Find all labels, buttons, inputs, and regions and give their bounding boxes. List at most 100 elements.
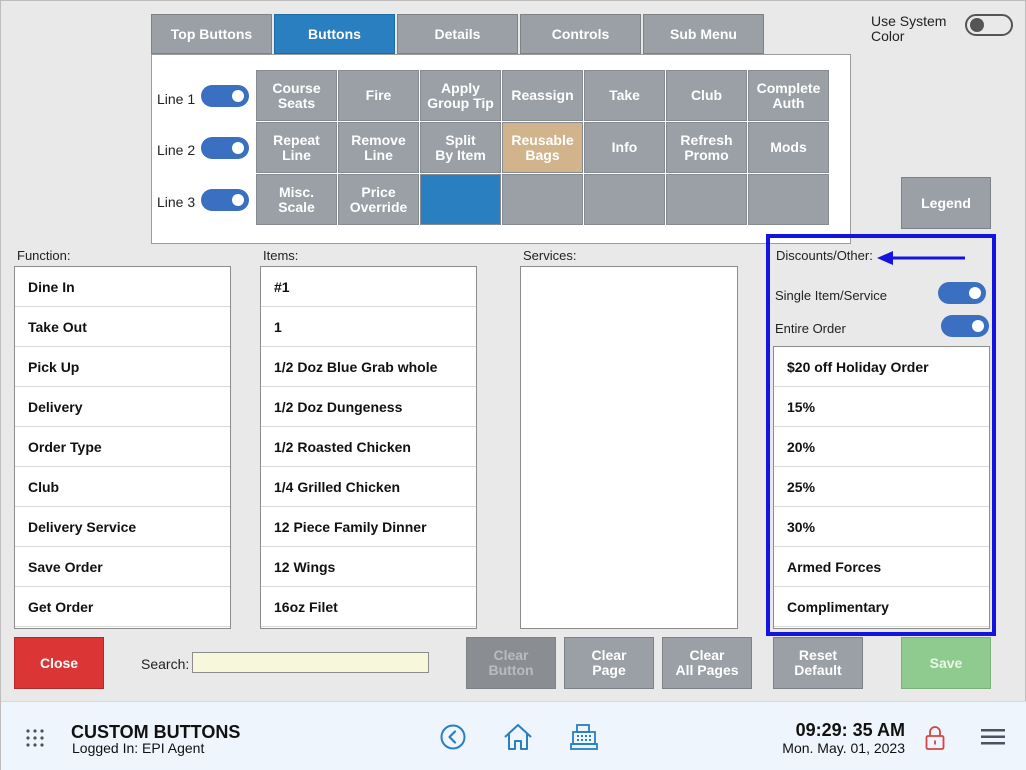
close-button[interactable]: Close — [14, 637, 104, 689]
grid-button-label-line2: Line — [282, 146, 311, 163]
function-list-item[interactable]: Order Type — [15, 427, 230, 467]
grid-button-label-line2: Line — [364, 146, 393, 163]
function-list-item[interactable]: Get Order — [15, 587, 230, 627]
home-icon[interactable] — [503, 722, 533, 752]
discounts-list-item[interactable]: 30% — [774, 507, 989, 547]
grid-button-info[interactable]: Info — [584, 122, 665, 173]
items-list-item[interactable]: 1 — [261, 307, 476, 347]
items-list-item[interactable]: #1 — [261, 267, 476, 307]
grid-button-empty-r3c3[interactable] — [420, 174, 501, 225]
grid-button-empty-r3c6[interactable] — [666, 174, 747, 225]
arrow-left-icon — [877, 251, 965, 265]
function-list-item[interactable]: Dine In — [15, 267, 230, 307]
grid-button-label-line1: Mods — [770, 139, 807, 155]
tab-controls[interactable]: Controls — [520, 14, 641, 54]
line-3-label: Line 3 — [157, 194, 196, 210]
grid-button-label-line1: Misc. — [278, 183, 314, 200]
apps-grid-icon[interactable] — [25, 728, 45, 748]
use-system-color-label-line1: Use System — [871, 13, 947, 29]
function-list-item[interactable]: Take Out — [15, 307, 230, 347]
tab-top-buttons[interactable]: Top Buttons — [151, 14, 272, 54]
grid-button-empty-r3c4[interactable] — [502, 174, 583, 225]
items-header: Items: — [263, 248, 299, 263]
logged-in-text: Logged In: EPI Agent — [72, 740, 205, 756]
hamburger-menu-icon[interactable] — [981, 728, 1005, 746]
items-list-item[interactable]: 12 Wings — [261, 547, 476, 587]
lock-icon[interactable] — [925, 725, 945, 751]
discounts-list-item[interactable]: Complimentary — [774, 587, 989, 627]
grid-button-price-override[interactable]: Price Override — [338, 174, 419, 225]
grid-button-fire[interactable]: Fire — [338, 70, 419, 121]
clock-date: Mon. May. 01, 2023 — [782, 740, 905, 756]
grid-button-refresh-promo[interactable]: Refresh Promo — [666, 122, 747, 173]
search-input[interactable] — [192, 652, 429, 673]
legend-button[interactable]: Legend — [901, 177, 991, 229]
grid-button-repeat-line[interactable]: Repeat Line — [256, 122, 337, 173]
line-1-label: Line 1 — [157, 91, 196, 107]
function-list-item[interactable]: Save Order — [15, 547, 230, 587]
footer-bar: CUSTOM BUTTONS Logged In: EPI Agent 09:2… — [1, 701, 1026, 770]
items-list-item[interactable]: 1/2 Roasted Chicken — [261, 427, 476, 467]
services-header: Services: — [523, 248, 577, 263]
save-button[interactable]: Save — [901, 637, 991, 689]
function-list-item[interactable]: Pick Up — [15, 347, 230, 387]
grid-button-reusable-bags[interactable]: Reusable Bags — [502, 122, 583, 173]
items-list-item[interactable]: 1/2 Doz Blue Grab whole — [261, 347, 476, 387]
tab-buttons[interactable]: Buttons — [274, 14, 395, 54]
function-list-item[interactable]: Club — [15, 467, 230, 507]
discounts-list-item[interactable]: 20% — [774, 427, 989, 467]
tab-details[interactable]: Details — [397, 14, 518, 54]
services-list — [520, 266, 738, 629]
function-list: Dine In Take Out Pick Up Delivery Order Type… — [14, 266, 231, 629]
grid-button-course-seats[interactable]: Course Seats — [256, 70, 337, 121]
grid-button-label-line1: Course — [272, 79, 321, 96]
entire-order-toggle[interactable] — [941, 315, 989, 337]
line-1-toggle[interactable] — [201, 85, 249, 107]
grid-button-empty-r3c7[interactable] — [748, 174, 829, 225]
grid-button-mods[interactable]: Mods — [748, 122, 829, 173]
discounts-list-item[interactable]: 25% — [774, 467, 989, 507]
discounts-list-item[interactable]: Armed Forces — [774, 547, 989, 587]
grid-button-label-line1: Split — [445, 131, 476, 148]
grid-button-complete-auth[interactable]: Complete Auth — [748, 70, 829, 121]
line-3-toggle[interactable] — [201, 189, 249, 211]
reset-default-label-line1: Reset — [798, 647, 838, 663]
grid-button-reassign[interactable]: Reassign — [502, 70, 583, 121]
toggle-knob — [972, 320, 984, 332]
grid-button-apply-group-tip[interactable]: Apply Group Tip — [420, 70, 501, 121]
discounts-list-item[interactable]: 15% — [774, 387, 989, 427]
discounts-header: Discounts/Other: — [776, 248, 873, 263]
single-item-service-toggle[interactable] — [938, 282, 986, 304]
grid-button-misc-scale[interactable]: Misc. Scale — [256, 174, 337, 225]
grid-button-take[interactable]: Take — [584, 70, 665, 121]
clear-page-label-line2: Page — [592, 662, 626, 678]
register-icon[interactable] — [570, 723, 598, 751]
grid-button-label-line1: Club — [690, 87, 723, 103]
grid-button-label-line1: Fire — [365, 87, 392, 103]
items-list-item[interactable]: 16oz Filet — [261, 587, 476, 627]
function-list-item[interactable]: Delivery — [15, 387, 230, 427]
grid-button-remove-line[interactable]: Remove Line — [338, 122, 419, 173]
grid-button-empty-r3c5[interactable] — [584, 174, 665, 225]
grid-button-club[interactable]: Club — [666, 70, 747, 121]
clear-button-button[interactable]: Clear Button — [466, 637, 556, 689]
items-list-item[interactable]: 12 Piece Family Dinner — [261, 507, 476, 547]
grid-button-label-line1: Repeat — [273, 131, 320, 148]
back-circle-icon[interactable] — [440, 724, 466, 750]
grid-button-label-line2: By Item — [435, 146, 486, 163]
use-system-color-toggle[interactable] — [965, 14, 1013, 36]
clear-all-pages-button[interactable]: Clear All Pages — [662, 637, 752, 689]
single-item-service-label: Single Item/Service — [775, 288, 887, 303]
items-list-item[interactable]: 1/2 Doz Dungeness — [261, 387, 476, 427]
grid-button-split-by-item[interactable]: Split By Item — [420, 122, 501, 173]
toggle-knob — [969, 287, 981, 299]
reset-default-button[interactable]: Reset Default — [773, 637, 863, 689]
grid-button-label-line2: Override — [349, 198, 408, 215]
clear-page-label-line1: Clear — [591, 647, 627, 663]
line-2-toggle[interactable] — [201, 137, 249, 159]
tab-sub-menu[interactable]: Sub Menu — [643, 14, 764, 54]
function-list-item[interactable]: Delivery Service — [15, 507, 230, 547]
discounts-list-item[interactable]: $20 off Holiday Order — [774, 347, 989, 387]
clear-page-button[interactable]: Clear Page — [564, 637, 654, 689]
items-list-item[interactable]: 1/4 Grilled Chicken — [261, 467, 476, 507]
